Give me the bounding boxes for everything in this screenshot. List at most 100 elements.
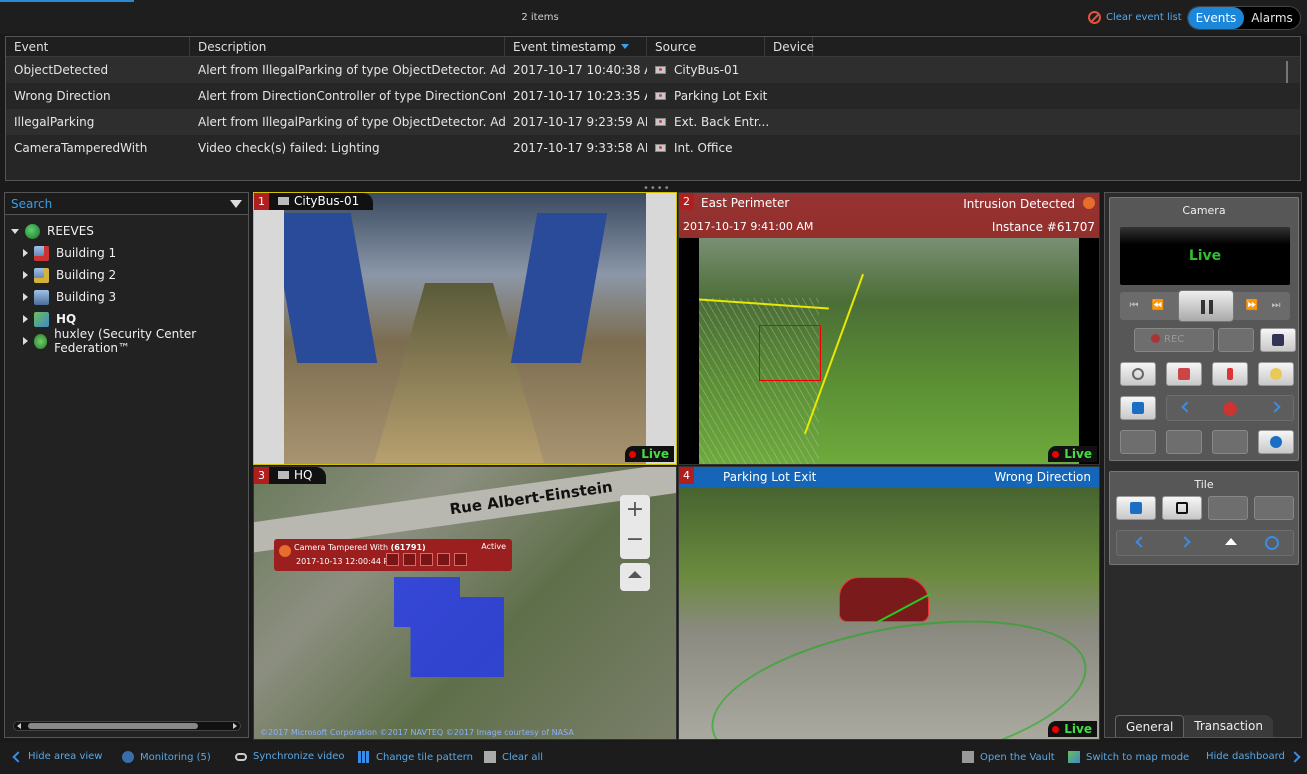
switch-map-mode-button[interactable]: Switch to map mode — [1068, 751, 1189, 763]
tab-general[interactable]: General — [1115, 715, 1185, 737]
next-icon[interactable] — [1269, 401, 1281, 413]
home-button[interactable] — [620, 563, 650, 591]
camera-navigation — [1166, 395, 1294, 421]
top-bar: 2 items Clear event list Events Alarms — [0, 0, 1307, 34]
scroll-thumb[interactable] — [28, 723, 198, 729]
rewind-icon[interactable]: ⏪ — [1144, 292, 1172, 320]
tab-transaction[interactable]: Transaction — [1184, 715, 1273, 737]
clear-event-list-button[interactable]: Clear event list — [1088, 11, 1182, 24]
tile-title-label: HQ — [294, 468, 313, 482]
home-icon[interactable] — [1225, 538, 1237, 545]
binoculars-icon[interactable] — [1208, 496, 1248, 520]
tree-item-building-1[interactable]: Building 1 — [5, 242, 248, 264]
table-scrollbar[interactable] — [1286, 61, 1288, 83]
expand-arrow-icon[interactable] — [23, 293, 28, 301]
video-tile-1[interactable]: 1 CityBus-01 Live — [253, 192, 677, 465]
tile-title[interactable]: CityBus-01 — [268, 193, 374, 210]
horizontal-scrollbar[interactable] — [13, 721, 241, 731]
clear-all-button[interactable]: Clear all — [484, 751, 543, 763]
acknowledge-button[interactable] — [386, 553, 399, 566]
expand-arrow-icon[interactable] — [23, 249, 28, 257]
description-cell: Alert from IllegalParking of type Object… — [198, 63, 505, 77]
synchronize-video-button[interactable]: Synchronize video — [235, 751, 344, 762]
hide-area-view-button[interactable]: Hide area view — [12, 750, 102, 763]
alarms-toggle-button[interactable]: Alarms — [1244, 7, 1300, 29]
tile-next-icon[interactable] — [1179, 536, 1191, 548]
trash-icon[interactable] — [1254, 496, 1294, 520]
column-header-description[interactable]: Description — [190, 37, 505, 56]
zoom-icon[interactable] — [1212, 430, 1248, 454]
tile-title[interactable]: HQ — [268, 467, 327, 484]
open-in-window-icon[interactable] — [1162, 496, 1202, 520]
record-label: REC — [1151, 334, 1184, 345]
hide-dashboard-button[interactable]: Hide dashboard — [1206, 750, 1301, 763]
tree-item-huxley[interactable]: huxley (Security Center Federation™ — [5, 327, 248, 355]
tile-section-header: Tile — [1194, 478, 1214, 491]
tree-item-building-2[interactable]: Building 2 — [5, 264, 248, 286]
column-header-timestamp[interactable]: Event timestamp — [505, 37, 647, 56]
camera-sequence-icon[interactable] — [1223, 402, 1237, 416]
expand-arrow-icon[interactable] — [23, 337, 28, 345]
map-tile-3[interactable]: Rue Albert-Einstein + − Camera Tampered … — [253, 466, 677, 740]
tree-item-label: Building 2 — [56, 268, 117, 282]
zoom-control[interactable]: + − — [620, 495, 650, 559]
video-tile-4[interactable]: Parking Lot Exit Wrong Direction 4 Live — [678, 466, 1100, 740]
maximize-tile-icon[interactable] — [1116, 496, 1156, 520]
events-toggle-button[interactable]: Events — [1188, 7, 1244, 29]
tools-icon[interactable] — [1166, 430, 1202, 454]
disc-icon[interactable] — [1258, 362, 1294, 386]
timestamp-cell: 2017-10-17 9:33:58 AM — [513, 141, 647, 155]
tile-number: 3 — [254, 467, 269, 484]
stop-icon[interactable] — [1120, 396, 1156, 420]
alarm-icon[interactable] — [1083, 197, 1095, 209]
tree-item-label: REEVES — [47, 224, 94, 238]
jump-end-icon[interactable]: ⏭ — [1262, 292, 1290, 320]
zoom-out-button[interactable]: − — [620, 525, 650, 555]
scroll-right-icon[interactable] — [233, 723, 237, 729]
intrusion-bounding-box — [759, 325, 821, 381]
record-button[interactable]: REC — [1134, 328, 1214, 352]
filter-icon[interactable] — [230, 199, 242, 208]
alarm-trigger-icon[interactable] — [1212, 362, 1248, 386]
refresh-icon[interactable] — [1265, 536, 1279, 550]
expand-arrow-icon[interactable] — [23, 315, 28, 323]
open-vault-button[interactable]: Open the Vault — [962, 751, 1055, 763]
event-banner: Parking Lot Exit Wrong Direction — [679, 467, 1099, 487]
search-input[interactable]: Search — [5, 193, 248, 215]
ptz-icon[interactable] — [1218, 328, 1254, 352]
column-header-source[interactable]: Source — [647, 37, 765, 56]
table-row[interactable]: CameraTamperedWith Video check(s) failed… — [6, 135, 1300, 161]
collapse-arrow-icon[interactable] — [11, 228, 19, 234]
monitoring-button[interactable]: Monitoring (5) — [122, 751, 211, 763]
expand-arrow-icon[interactable] — [23, 271, 28, 279]
change-tile-pattern-button[interactable]: Change tile pattern — [358, 751, 473, 763]
info-icon[interactable] — [1258, 430, 1294, 454]
column-header-event[interactable]: Event — [6, 37, 190, 56]
table-row[interactable]: ObjectDetected Alert from IllegalParking… — [6, 57, 1300, 83]
tree-item-building-3[interactable]: Building 3 — [5, 286, 248, 308]
table-row[interactable]: IllegalParking Alert from IllegalParking… — [6, 109, 1300, 135]
zoom-in-button[interactable]: + — [620, 495, 650, 525]
microphone-icon[interactable] — [1120, 430, 1156, 454]
delete-button[interactable] — [454, 553, 467, 566]
snapshot-icon[interactable] — [1166, 362, 1202, 386]
source-label: Parking Lot Exit — [674, 89, 768, 103]
snooze-button[interactable] — [403, 553, 416, 566]
scroll-left-icon[interactable] — [17, 723, 21, 729]
building-overlay[interactable] — [394, 577, 504, 677]
video-tile-2[interactable]: East Perimeter 2017-10-17 9:41:00 AM Int… — [678, 192, 1100, 465]
tile-previous-icon[interactable] — [1135, 536, 1147, 548]
active-tab-indicator — [0, 0, 134, 2]
table-row[interactable]: Wrong Direction Alert from DirectionCont… — [6, 83, 1300, 109]
live-badge: Live — [1048, 721, 1097, 737]
alarm-popup[interactable]: Camera Tampered With (61791) Active 2017… — [274, 539, 512, 571]
previous-icon[interactable] — [1181, 401, 1193, 413]
tree-item-reeves[interactable]: REEVES — [5, 220, 248, 242]
pause-button[interactable] — [1178, 290, 1234, 322]
sync-icon[interactable] — [1260, 328, 1296, 352]
forward-button[interactable] — [420, 553, 433, 566]
clock-icon[interactable] — [1120, 362, 1156, 386]
column-header-device[interactable]: Device — [765, 37, 814, 56]
map-view[interactable]: Rue Albert-Einstein — [254, 467, 676, 739]
comment-button[interactable] — [437, 553, 450, 566]
